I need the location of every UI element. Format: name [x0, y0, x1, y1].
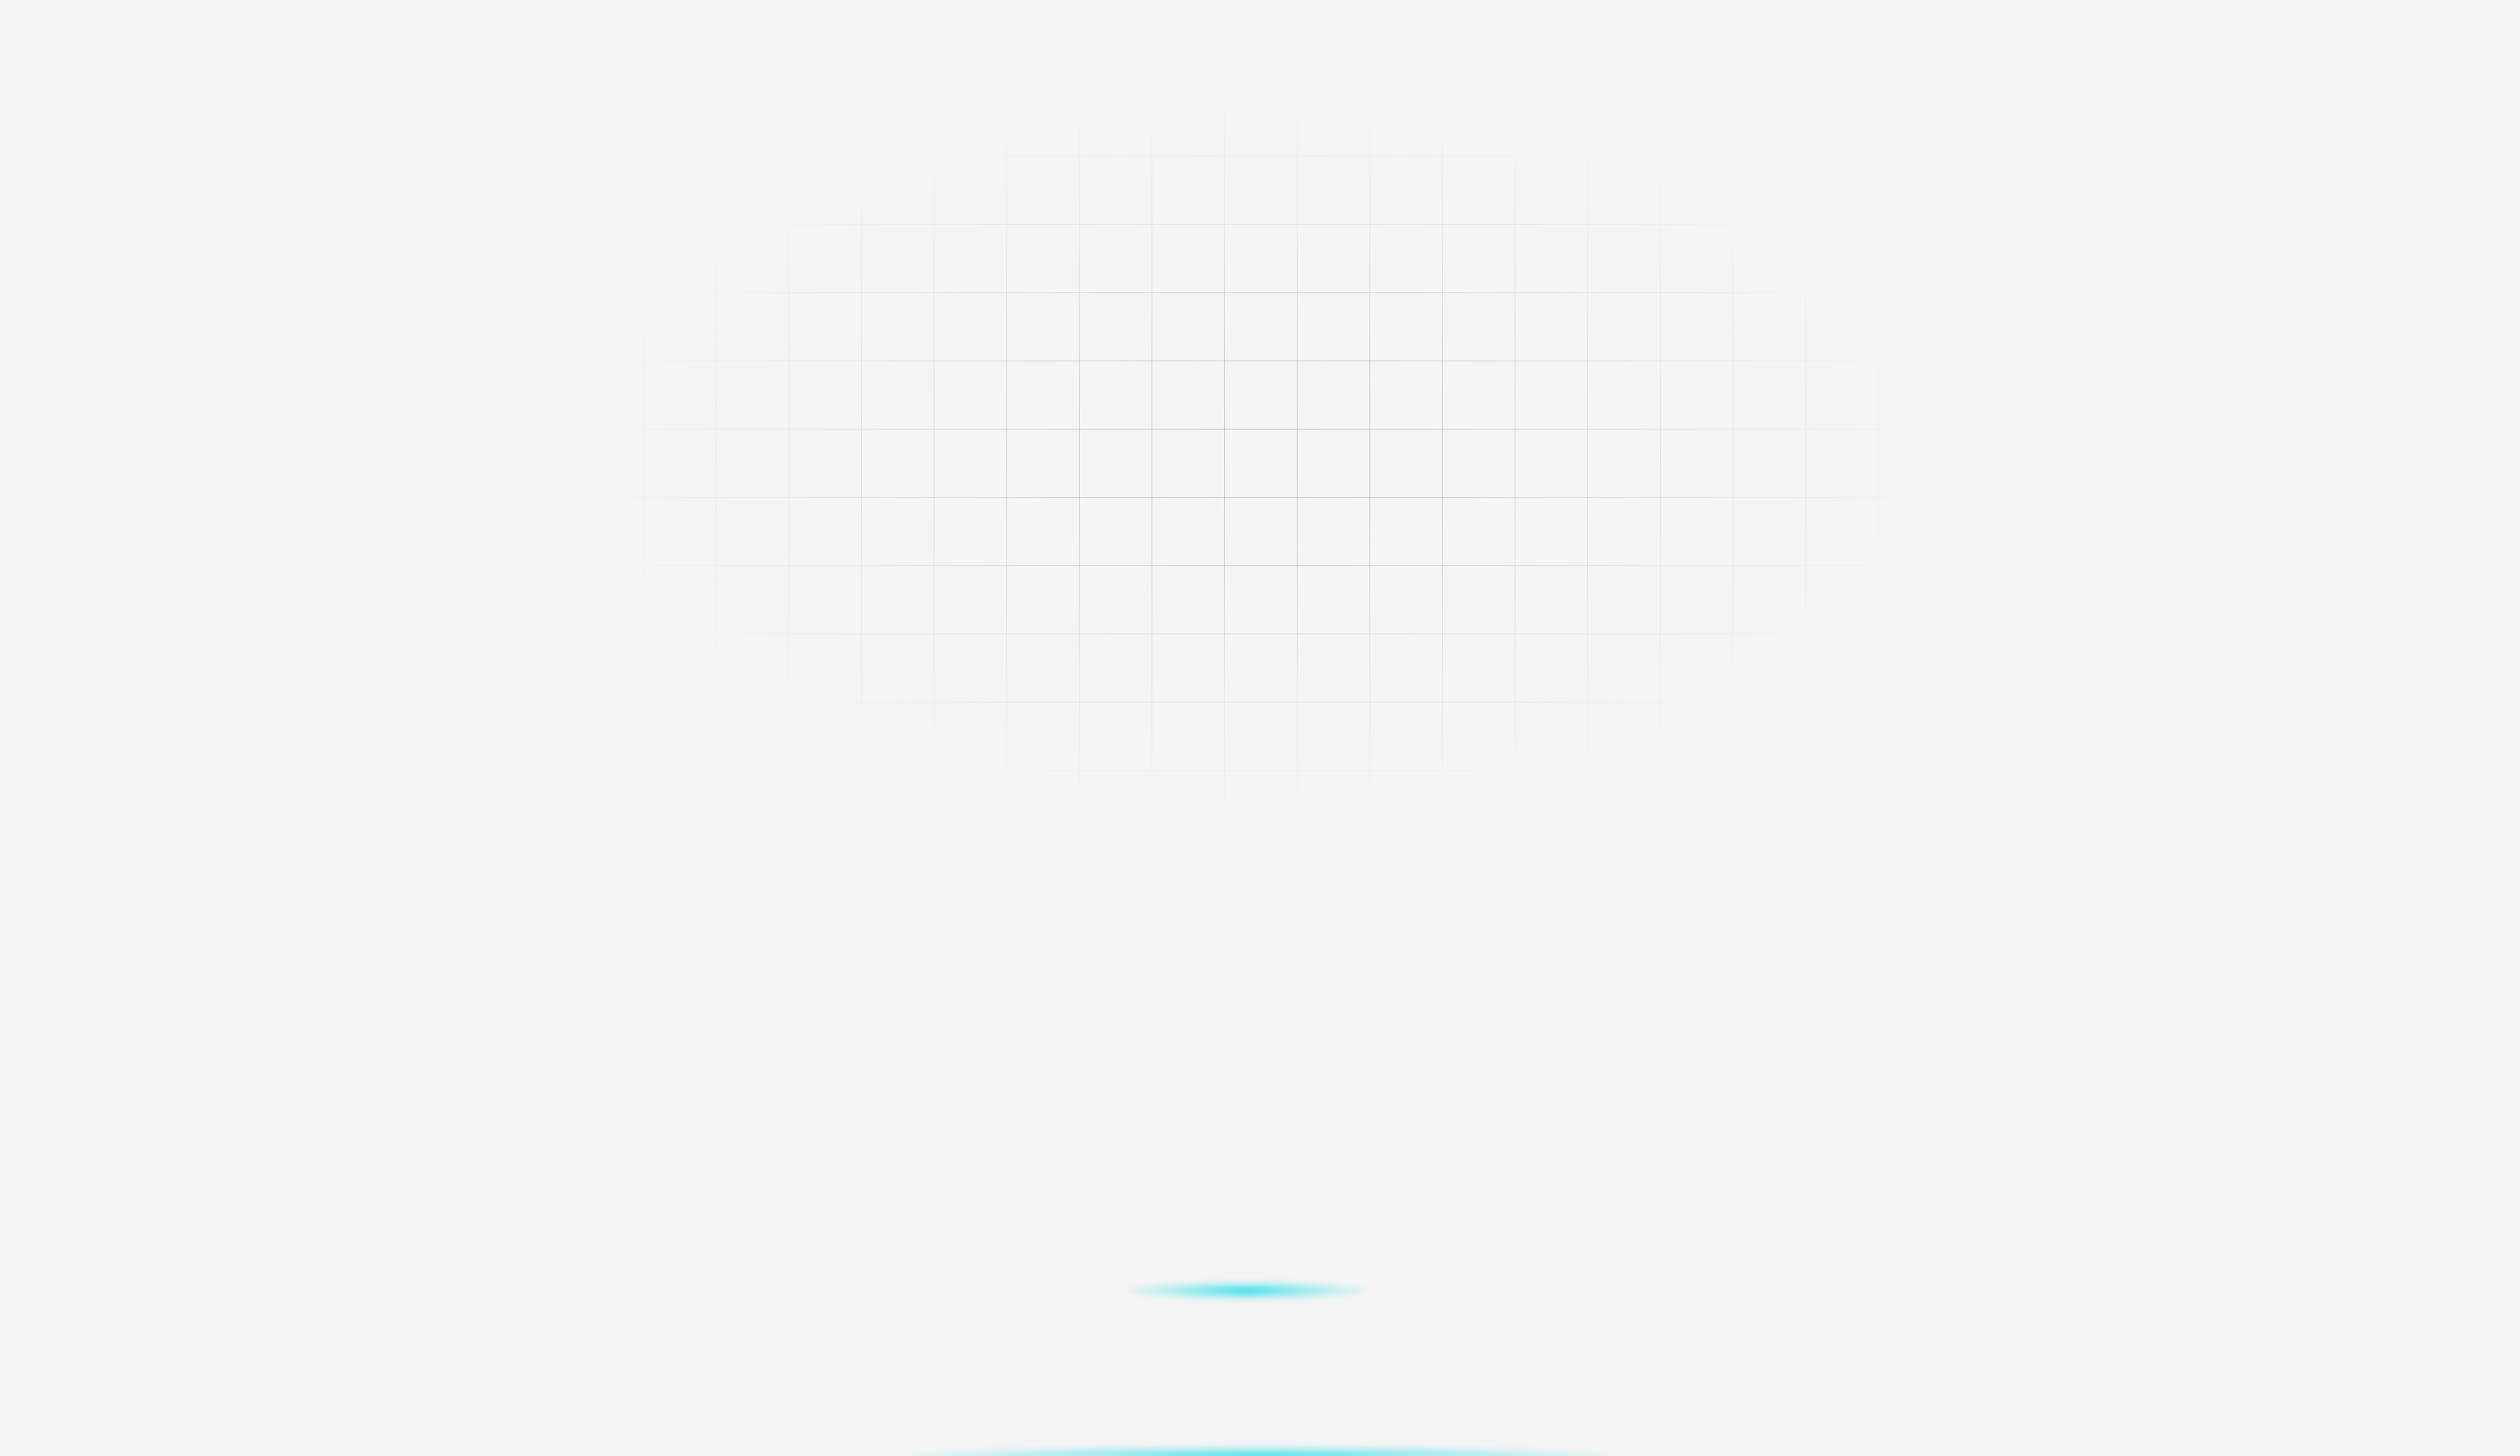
page	[0, 0, 2520, 1456]
grid-background	[0, 0, 2520, 1456]
cyan-glow-accent	[1129, 1281, 1365, 1300]
